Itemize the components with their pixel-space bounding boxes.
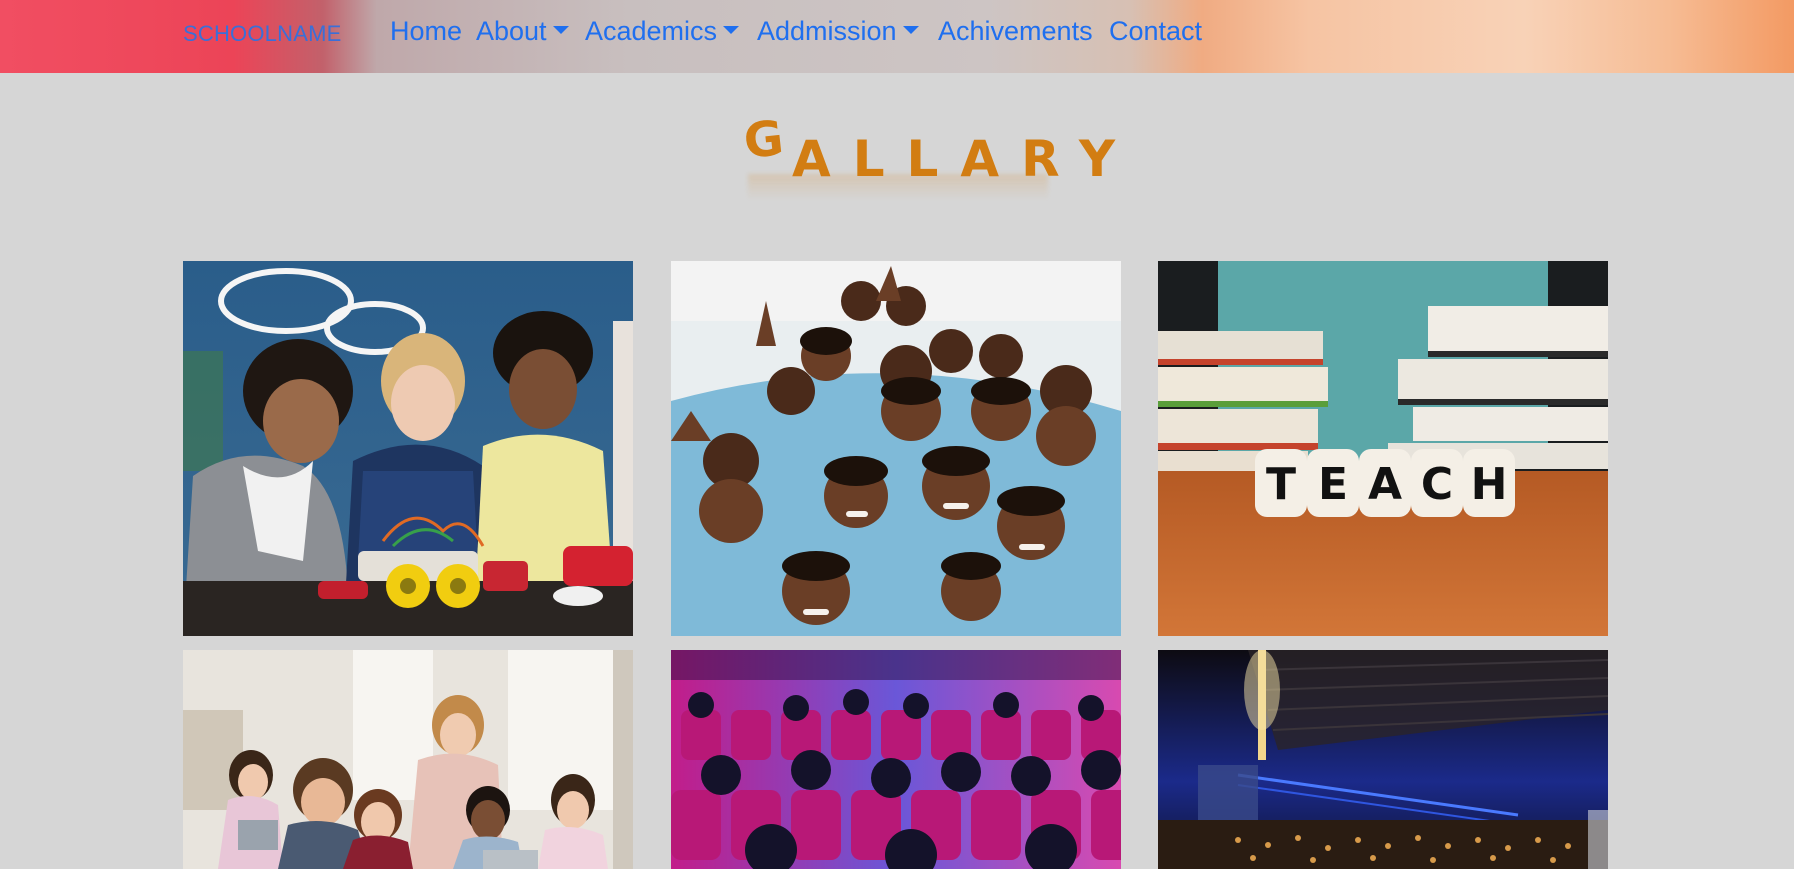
top-navbar: SCHOOLNAME Home About Academics Addmissi…	[0, 0, 1794, 73]
gallery-photo-students[interactable]	[671, 261, 1121, 636]
classroom-image	[183, 650, 633, 869]
nav-home-label: Home	[390, 16, 463, 46]
gallery-photo-robotics[interactable]	[183, 261, 633, 636]
teach-dice-image: T E A C H	[1158, 261, 1608, 636]
nav-home[interactable]: Home	[390, 16, 462, 47]
gallery-photo-classroom[interactable]	[183, 650, 633, 869]
svg-text:C: C	[1421, 459, 1453, 510]
title-reflection	[748, 174, 1048, 200]
gallery-photo-teach[interactable]: T E A C H	[1158, 261, 1608, 636]
chevron-down-icon	[723, 25, 740, 34]
gallery-photo-auditorium[interactable]	[1158, 650, 1608, 869]
nav-addmission[interactable]: Addmission	[757, 16, 919, 47]
svg-text:A: A	[1368, 459, 1402, 510]
nav-addmission-label: Addmission	[757, 16, 897, 46]
svg-text:H: H	[1471, 459, 1508, 510]
theater-audience-image	[671, 650, 1121, 869]
nav-contact-label: Contact	[1109, 16, 1203, 46]
nav-contact[interactable]: Contact	[1109, 16, 1202, 47]
students-image	[671, 261, 1121, 636]
svg-text:T: T	[1266, 459, 1296, 510]
gallery-title: G ALLARY	[740, 110, 1115, 202]
gallery-title-first-letter: G	[741, 110, 787, 170]
brand-link[interactable]: SCHOOLNAME	[183, 21, 341, 47]
chevron-down-icon	[552, 25, 569, 34]
nav-academics-label: Academics	[585, 16, 718, 46]
auditorium-image	[1158, 650, 1608, 869]
svg-text:E: E	[1318, 459, 1348, 510]
nav-achivements-label: Achivements	[938, 16, 1093, 46]
chevron-down-icon	[902, 25, 919, 34]
nav-academics[interactable]: Academics	[585, 16, 740, 47]
nav-about[interactable]: About	[476, 16, 569, 47]
gallery-photo-theater-audience[interactable]	[671, 650, 1121, 869]
nav-about-label: About	[476, 16, 547, 46]
nav-achivements[interactable]: Achivements	[938, 16, 1093, 47]
robotics-image	[183, 261, 633, 636]
